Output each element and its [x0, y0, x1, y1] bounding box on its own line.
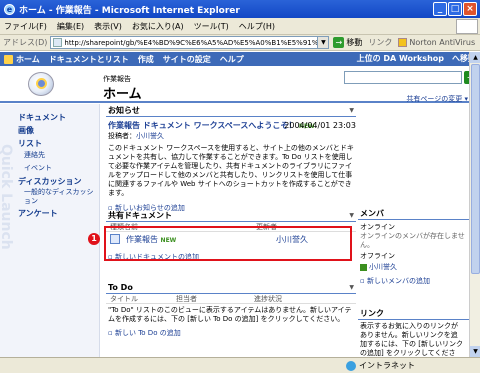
sidebar-item-lists[interactable]: リスト: [18, 138, 42, 149]
shared-docs-title: 共有ドキュメント: [108, 210, 172, 220]
member-item[interactable]: 小川誉久: [358, 261, 478, 273]
page-icon: [53, 38, 63, 47]
members-online-empty: オンラインのメンバが存在しません。: [360, 232, 465, 249]
address-dropdown-button[interactable]: ▼: [318, 36, 330, 49]
todo-webpart: To Do ▼ タイトル 担当者 進捗状況 "To Do" リストのこのビューに…: [106, 281, 356, 353]
go-button[interactable]: → 移動: [333, 37, 362, 48]
members-title-bar: メンバ ▼: [358, 207, 478, 220]
webpart-menu-icon[interactable]: ▼: [349, 107, 354, 114]
highlight-box: [104, 226, 352, 261]
sharepoint-top-nav: ホーム ドキュメントとリスト 作成 サイトの設定 ヘルプ 上位の DA Work…: [0, 52, 480, 66]
webpart-menu-icon[interactable]: ▼: [349, 212, 354, 219]
site-logo: [28, 72, 54, 96]
zone-label: イントラネット: [359, 361, 415, 370]
right-column: メンバ ▼ オンライン オンラインのメンバが存在しません。 オフライン 小川誉久…: [358, 104, 478, 366]
menu-view[interactable]: 表示(V): [94, 21, 122, 32]
poster-link[interactable]: 小川誉久: [136, 132, 164, 140]
close-button[interactable]: ×: [463, 2, 477, 16]
address-url: http://sharepoint/gb/%E4%BD%9C%E6%A5%AD%…: [64, 38, 319, 47]
links-title-bar: リンク ▼: [358, 307, 478, 320]
go-label: 移動: [346, 38, 363, 47]
nav-help[interactable]: ヘルプ: [220, 54, 244, 65]
norton-icon: [398, 38, 408, 47]
member-name: 小川誉久: [369, 263, 397, 271]
members-offline-label: オフライン: [360, 252, 395, 260]
members-webpart: メンバ ▼ オンライン オンラインのメンバが存在しません。 オフライン 小川誉久…: [358, 207, 478, 303]
scroll-thumb[interactable]: [471, 64, 480, 274]
address-input[interactable]: http://sharepoint/gb/%E4%BD%9C%E6%A5%AD%…: [50, 36, 319, 49]
user-icon: [360, 263, 367, 271]
sidebar-item-images[interactable]: 画像: [18, 125, 34, 136]
norton-label: Norton AntiVirus: [409, 38, 476, 47]
scroll-down-icon[interactable]: ▼: [470, 346, 480, 357]
scroll-up-icon[interactable]: ▲: [470, 52, 480, 63]
todo-title: To Do: [108, 282, 133, 292]
nav-documents-lists[interactable]: ドキュメントとリスト: [49, 54, 129, 65]
sidebar-item-contacts[interactable]: 連絡先: [24, 151, 45, 160]
minimize-button[interactable]: _: [433, 2, 447, 16]
menu-file[interactable]: ファイル(F): [4, 21, 47, 32]
sharepoint-icon: [4, 54, 13, 64]
menu-tools[interactable]: ツール(T): [194, 21, 229, 32]
maximize-button[interactable]: □: [448, 2, 462, 16]
sidebar-item-documents[interactable]: ドキュメント: [18, 112, 66, 123]
todo-empty-message: "To Do" リストのこのビューに表示するアイテムはありません。新しいアイテム…: [108, 306, 352, 323]
nav-home[interactable]: ホーム: [16, 54, 40, 65]
todo-title-bar: To Do ▼: [106, 281, 356, 294]
announcement-date: 2004/04/01 23:03: [284, 121, 356, 130]
sidebar-item-surveys[interactable]: アンケート: [18, 208, 58, 219]
globe-icon: [346, 360, 356, 371]
sidebar-item-discussions[interactable]: ディスカッション: [18, 176, 81, 187]
norton-toolbar[interactable]: Norton AntiVirus: [398, 38, 475, 47]
links-title: リンク: [360, 308, 384, 318]
sidebar-item-general-discussion[interactable]: 一般的なディスカッション: [24, 188, 94, 206]
col-title[interactable]: タイトル: [106, 294, 176, 304]
announcement-poster: 投稿者：小川誉久: [108, 132, 164, 140]
callout-badge: 1: [88, 233, 100, 245]
search-input[interactable]: [344, 71, 462, 84]
menu-edit[interactable]: 編集(E): [57, 21, 84, 32]
todo-header-row: タイトル 担当者 進捗状況: [106, 294, 356, 304]
announcements-webpart: お知らせ ▼ 作業報告 ドキュメント ワークスペースへようこそ！ NEW 200…: [106, 104, 356, 212]
links-button[interactable]: リンク: [368, 37, 392, 48]
members-online-label: オンライン: [360, 223, 395, 231]
quick-launch-watermark: Quick Launch: [0, 144, 14, 250]
status-bar: イントラネット: [0, 357, 480, 373]
site-header: 作業報告 ホーム → 共有ページの変更 ▾: [0, 66, 480, 103]
bullet-icon: ▫: [360, 277, 367, 285]
menu-bar: ファイル(F) 編集(E) 表示(V) お気に入り(A) ツール(T) ヘルプ(…: [0, 18, 480, 35]
announcement-title-link[interactable]: 作業報告 ドキュメント ワークスペースへようこそ！: [108, 121, 296, 130]
announcement-body: このドキュメント ワークスペースを使用すると、サイト上の他のメンバとドキュメント…: [108, 144, 354, 197]
modify-shared-page-link[interactable]: 共有ページの変更 ▾: [406, 94, 468, 104]
col-status[interactable]: 進捗状況: [254, 294, 282, 304]
menu-help[interactable]: ヘルプ(H): [239, 21, 275, 32]
address-label: アドレス(D): [3, 38, 48, 47]
sidebar-item-events[interactable]: イベント: [24, 164, 52, 173]
col-assigned-to[interactable]: 担当者: [176, 294, 254, 304]
webpart-menu-icon[interactable]: ▼: [349, 284, 354, 291]
nav-parent-site[interactable]: 上位の DA Workshop: [357, 53, 444, 64]
vertical-scrollbar[interactable]: ▲ ▼: [469, 52, 480, 357]
announcements-title: お知らせ: [108, 105, 140, 115]
ie-icon: e: [4, 3, 15, 15]
page-title: ホーム: [103, 87, 142, 102]
links-webpart: リンク ▼ 表示するお気に入りのリンクがありません。新しいリンクを追加するには、…: [358, 307, 478, 366]
address-bar: アドレス(D) http://sharepoint/gb/%E4%BD%9C%E…: [0, 35, 480, 51]
menu-favorites[interactable]: お気に入り(A): [132, 21, 184, 32]
bullet-icon: ▫: [108, 329, 115, 337]
nav-create[interactable]: 作成: [138, 54, 154, 65]
go-arrow-icon: →: [333, 37, 345, 48]
members-title: メンバ: [360, 208, 384, 218]
security-zone: イントラネット: [346, 360, 415, 371]
announcements-title-bar: お知らせ ▼: [106, 104, 356, 117]
nav-site-settings[interactable]: サイトの設定: [163, 54, 211, 65]
window-title: ホーム - 作業報告 - Microsoft Internet Explorer: [19, 5, 240, 16]
title-bar: e ホーム - 作業報告 - Microsoft Internet Explor…: [0, 0, 480, 18]
quick-launch: Quick Launch ドキュメント 画像 リスト 連絡先 イベント ディスカ…: [0, 104, 100, 357]
add-member-link[interactable]: ▫ 新しいメンバの追加: [358, 276, 478, 286]
add-todo-link[interactable]: ▫ 新しい To Do の追加: [106, 328, 356, 338]
windows-logo-icon: [456, 19, 478, 34]
shared-docs-title-bar: 共有ドキュメント ▼: [106, 209, 356, 222]
